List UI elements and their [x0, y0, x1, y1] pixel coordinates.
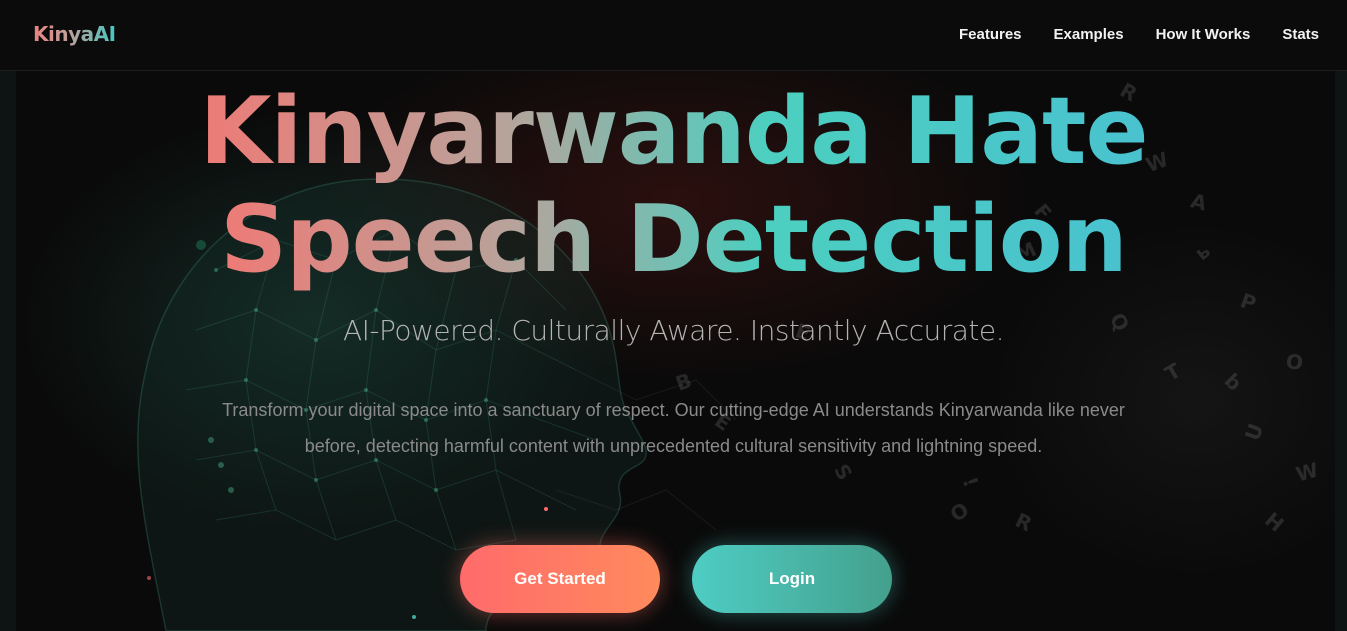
login-button[interactable]: Login — [692, 545, 892, 613]
hero-tagline: AI-Powered. Culturally Aware. Instantly … — [342, 314, 1005, 347]
hero-description: Transform your digital space into a sanc… — [222, 400, 1125, 456]
brand-logo[interactable]: KinyaAI — [33, 22, 116, 46]
hero-headline-line2: Speech Detection — [0, 189, 1347, 289]
particle-dot — [147, 576, 151, 580]
particle-dot — [544, 507, 548, 511]
page: R W A ь P Q T b U O W H R O ! S B E M F … — [0, 0, 1347, 631]
nav-link-how-it-works[interactable]: How It Works — [1156, 26, 1251, 43]
nav-links: Features Examples How It Works Stats — [959, 26, 1319, 43]
top-navbar: KinyaAI Features Examples How It Works S… — [0, 0, 1347, 71]
nav-link-examples[interactable]: Examples — [1054, 26, 1124, 43]
hero-headline-line1: Kinyarwanda Hate — [0, 81, 1347, 181]
hero-headline-line2-text: Speech Detection — [220, 185, 1128, 293]
particle-dot — [412, 615, 416, 619]
get-started-button[interactable]: Get Started — [460, 545, 660, 613]
hero-headline-line1-text: Kinyarwanda Hate — [199, 77, 1148, 185]
nav-link-features[interactable]: Features — [959, 26, 1022, 43]
nav-link-stats[interactable]: Stats — [1282, 26, 1319, 43]
